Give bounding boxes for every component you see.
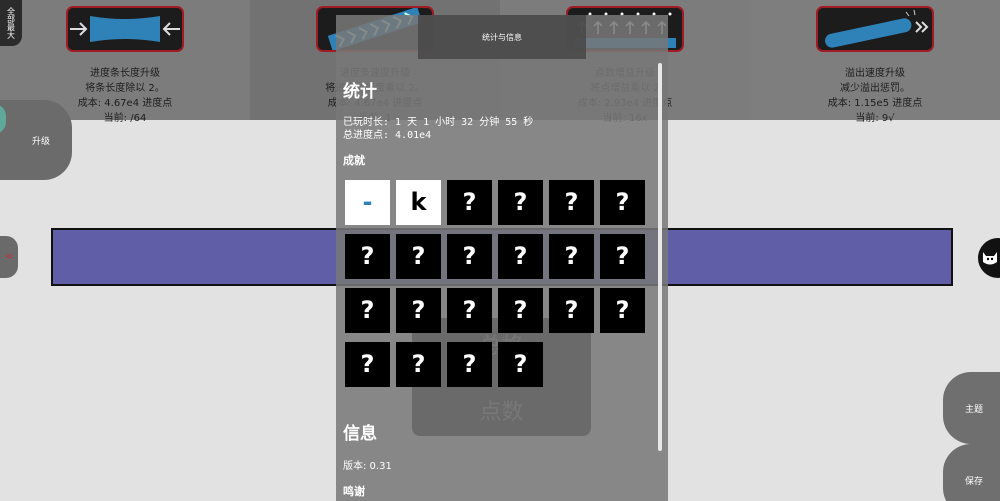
collapse-left-button[interactable]: < xyxy=(0,236,18,278)
modal-title: 统计与信息 xyxy=(418,15,586,59)
achievement-tile[interactable]: ? xyxy=(549,234,594,279)
theme-button[interactable]: 主题 xyxy=(943,372,1000,444)
version-text: 版本: 0.31 xyxy=(343,461,392,472)
achievement-tile[interactable]: ? xyxy=(345,234,390,279)
stats-info-modal: 统计与信息 统计 已玩时长: 1 天 1 小时 32 分钟 55 秒 总进度点:… xyxy=(336,15,668,501)
achievement-tile[interactable]: ? xyxy=(600,234,645,279)
achievement-tile[interactable]: ? xyxy=(447,234,492,279)
achievement-tile[interactable]: ? xyxy=(447,288,492,333)
upgrade-cost: 成本: 1.15e5 进度点 xyxy=(827,98,923,109)
credits-heading: 鸣谢 xyxy=(343,485,365,498)
total-points-text: 总进度点: 4.01e4 xyxy=(343,130,432,141)
maximize-all-tab[interactable]: 全部最大 xyxy=(0,0,22,46)
achievement-tile[interactable]: ? xyxy=(498,342,543,387)
modal-scrollbar[interactable] xyxy=(658,63,662,451)
shrink-bar-icon xyxy=(66,6,184,52)
achievement-tile[interactable]: ? xyxy=(396,288,441,333)
overflow-bar-icon xyxy=(816,6,934,52)
achievement-tile[interactable]: ? xyxy=(600,288,645,333)
upgrade-name: 溢出速度升级 xyxy=(845,68,905,79)
upgrade-tab-button[interactable]: 升级 xyxy=(0,100,72,180)
achievements-heading: 成就 xyxy=(343,154,365,167)
achievement-tile[interactable]: ? xyxy=(600,180,645,225)
save-button[interactable]: 保存 xyxy=(943,444,1000,501)
achievement-tile[interactable]: ? xyxy=(549,180,594,225)
upgrade-name: 进度条长度升级 xyxy=(90,68,160,79)
achievement-tile[interactable]: ? xyxy=(396,234,441,279)
achievement-tile[interactable]: k xyxy=(396,180,441,225)
upgrade-desc: 减少溢出惩罚。 xyxy=(840,83,910,94)
info-heading: 信息 xyxy=(343,424,377,444)
achievement-tile[interactable]: ? xyxy=(345,288,390,333)
achievement-tile[interactable]: ? xyxy=(498,288,543,333)
achievement-tile[interactable]: ? xyxy=(498,180,543,225)
upgrade-overflow-speed[interactable]: 溢出速度升级 减少溢出惩罚。 成本: 1.15e5 进度点 当前: 9√ xyxy=(750,0,1000,124)
upgrade-desc: 将条长度除以 2。 xyxy=(85,83,165,94)
stats-heading: 统计 xyxy=(343,82,377,102)
achievement-tile[interactable]: ? xyxy=(447,180,492,225)
achievement-tile[interactable]: ? xyxy=(345,342,390,387)
achievement-tile[interactable]: - xyxy=(345,180,390,225)
achievement-tile[interactable]: ? xyxy=(447,342,492,387)
achievement-tile[interactable]: ? xyxy=(498,234,543,279)
cat-avatar-icon[interactable] xyxy=(978,238,1000,278)
upgrade-current: 当前: 9√ xyxy=(855,113,895,124)
achievement-tile[interactable]: ? xyxy=(549,288,594,333)
achievement-tile[interactable]: ? xyxy=(396,342,441,387)
